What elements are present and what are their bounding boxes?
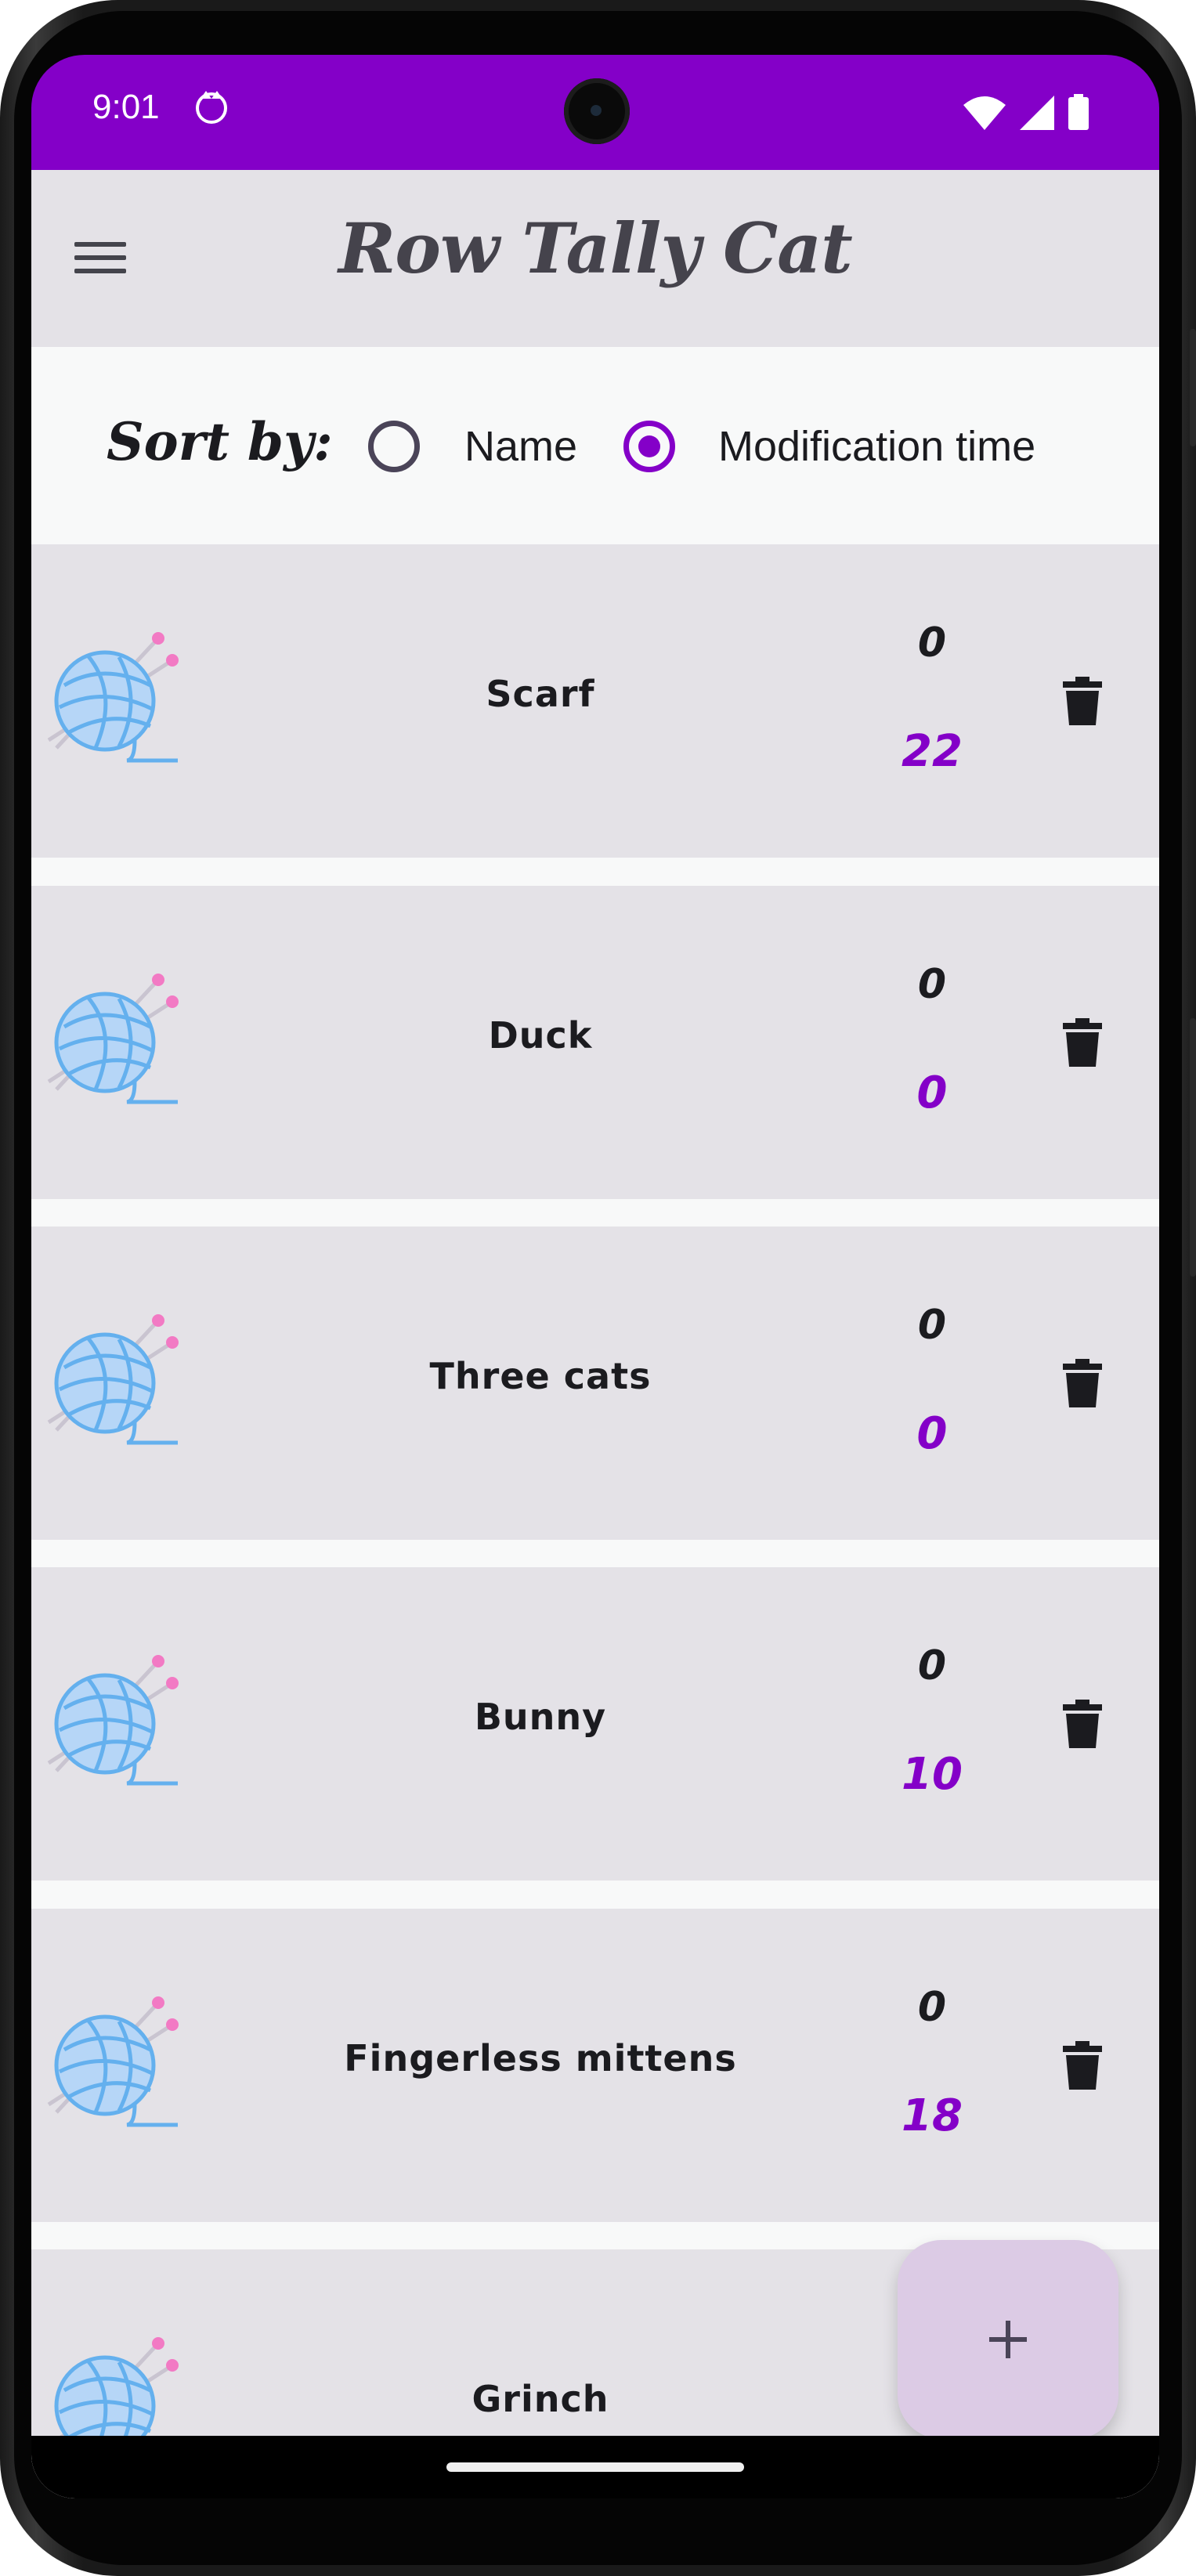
sort-by-modification-time-radio[interactable] [623,421,675,472]
row-count: 0 [917,1302,947,1349]
project-list: Scarf 0 22 Duck 0 0 Three cats 0 0 Bunny… [31,544,1159,2498]
add-project-button[interactable] [898,2240,1118,2439]
project-name: Grinch [472,2378,609,2420]
signal-icon [1020,96,1054,130]
row-count: 0 [917,1642,947,1689]
project-name: Scarf [486,673,595,715]
project-card[interactable]: Scarf 0 22 [31,544,1159,858]
total-count: 18 [902,2090,963,2141]
project-name: Fingerless mittens [344,2037,737,2079]
status-time: 9:01 [92,88,160,126]
sort-bar: Sort by: Name Modification time [31,347,1159,544]
volume-button [1190,329,1196,446]
total-count: 0 [916,1068,948,1118]
row-count: 0 [917,961,947,1008]
row-count: 0 [917,1984,947,2031]
yarn-ball-icon [47,974,179,1104]
project-name: Three cats [429,1355,652,1397]
plus-icon [989,2321,1027,2358]
yarn-ball-icon [47,632,179,763]
sort-by-name-label[interactable]: Name [464,422,577,471]
project-name: Duck [488,1014,593,1057]
home-gesture-handle[interactable] [446,2462,744,2472]
project-name: Bunny [474,1696,607,1738]
project-card[interactable]: Three cats 0 0 [31,1227,1159,1540]
wifi-icon [963,96,1006,130]
front-camera [564,78,630,144]
total-count: 0 [916,1408,948,1459]
cat-notification-icon [196,91,227,124]
battery-icon [1068,94,1089,130]
status-icons [963,94,1089,130]
navigation-bar [31,2436,1159,2498]
total-count: 22 [902,726,963,777]
delete-icon[interactable] [1050,668,1115,734]
yarn-ball-icon [47,1314,179,1445]
project-card[interactable]: Fingerless mittens 0 18 [31,1909,1159,2222]
sort-label: Sort by: [107,411,333,472]
delete-icon[interactable] [1050,2032,1115,2098]
top-app-bar: Row Tally Cat [31,170,1159,347]
screen: 9:01 Row Tally Cat Sort by: Name Modific… [31,55,1159,2498]
total-count: 10 [902,1749,963,1800]
yarn-ball-icon [47,1655,179,1786]
sort-by-name-radio[interactable] [368,421,420,472]
status-bar: 9:01 [31,55,1159,170]
row-count: 0 [917,620,947,667]
project-card[interactable]: Duck 0 0 [31,886,1159,1199]
project-card[interactable]: Bunny 0 10 [31,1567,1159,1881]
yarn-ball-icon [47,1996,179,2127]
sort-by-modification-time-label[interactable]: Modification time [718,422,1035,471]
delete-icon[interactable] [1050,1350,1115,1416]
delete-icon[interactable] [1050,1010,1115,1075]
app-title: Row Tally Cat [338,208,853,289]
delete-icon[interactable] [1050,1691,1115,1757]
power-button [1190,1018,1196,1277]
phone-frame: 9:01 Row Tally Cat Sort by: Name Modific… [0,0,1196,2576]
